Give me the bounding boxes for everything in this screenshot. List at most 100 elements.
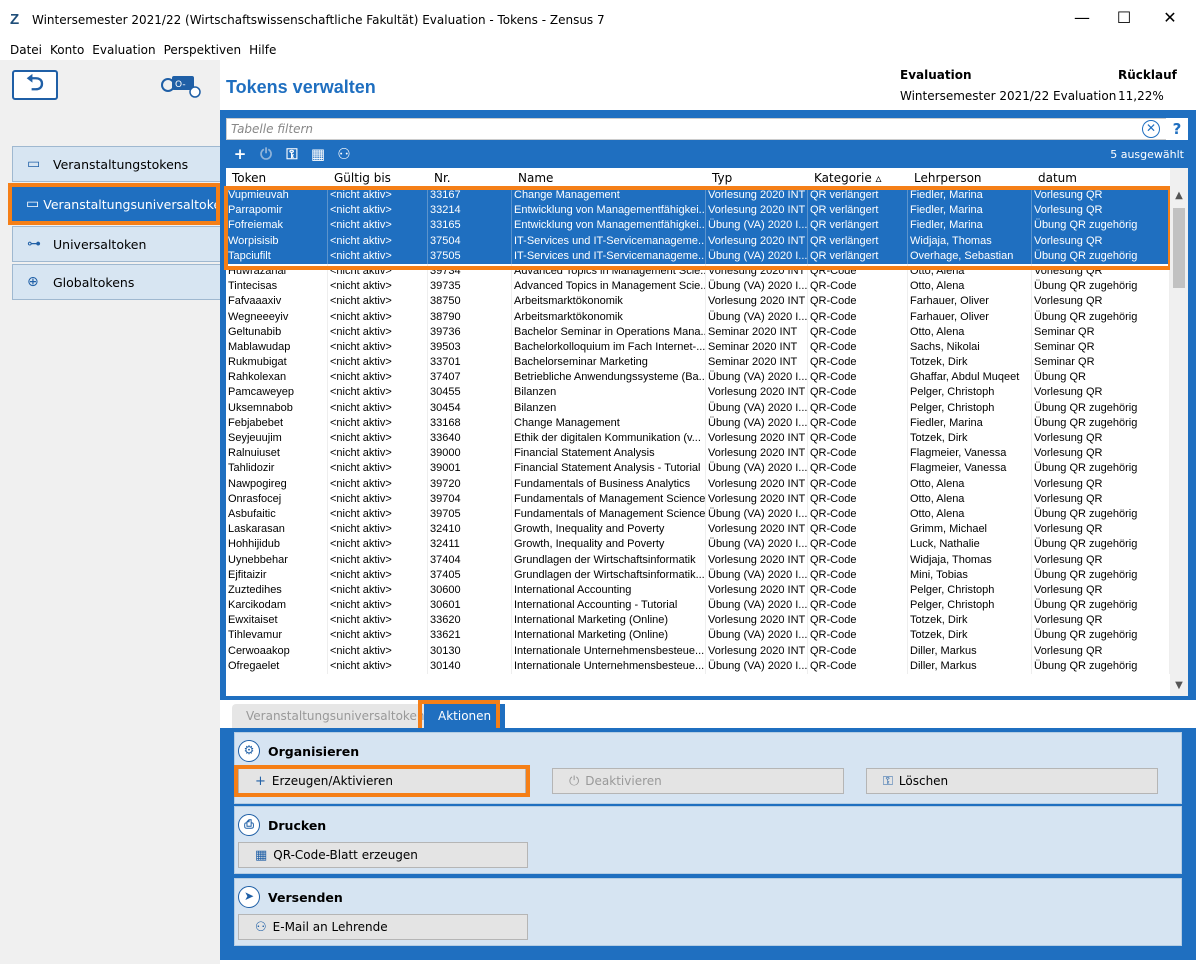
cell-kategorie: QR-Code [808, 355, 908, 371]
sidebar-item-veranstaltungstokens[interactable]: ▭ Veranstaltungstokens [12, 146, 220, 182]
sidebar-item-globaltokens[interactable]: ⊕ Globaltokens [12, 264, 220, 300]
title-bar: Z Wintersemester 2021/22 (Wirtschaftswis… [0, 0, 1200, 40]
menu-evaluation[interactable]: Evaluation [92, 43, 155, 57]
tab-veranstaltungsuniversaltokens[interactable]: Veranstaltungsuniversaltokens [232, 704, 445, 728]
menu-datei[interactable]: Datei [10, 43, 42, 57]
table-row[interactable]: Uksemnabob <nicht aktiv> 30454 Bilanzen Übun… [226, 400, 1170, 416]
organize-icon: ⚙ [238, 740, 260, 762]
col-nr[interactable]: Nr. [428, 168, 512, 187]
tab-aktionen[interactable]: Aktionen [424, 704, 506, 728]
cell-gueltig-bis: <nicht aktiv> [328, 643, 428, 659]
table-row[interactable]: Asbufaitic <nicht aktiv> 39705 Fundamentals… [226, 506, 1170, 523]
vertical-scrollbar[interactable]: ▲ ▼ [1170, 168, 1188, 696]
email-lehrende-button[interactable]: ⚇ E-Mail an Lehrende [238, 914, 528, 940]
back-button[interactable]: ⮌ [12, 70, 58, 100]
table-row[interactable]: Ofregaelet <nicht aktiv> 30140 Internationa… [226, 658, 1170, 674]
table-row[interactable]: Tintecisas <nicht aktiv> 39735 Advanced Top… [226, 279, 1170, 295]
cell-lehrperson: Grimm, Michael [908, 522, 1032, 538]
table-row[interactable]: Ralnuiuset <nicht aktiv> 39000 Financial St… [226, 446, 1170, 462]
table-row[interactable]: Karcikodam <nicht aktiv> 30601 Internationa… [226, 598, 1170, 614]
menu-perspektiven[interactable]: Perspektiven [164, 43, 241, 57]
loeschen-button[interactable]: ⚿ Löschen [866, 768, 1158, 794]
add-icon[interactable]: + [230, 144, 250, 164]
table-row[interactable]: Wegneeeyiv <nicht aktiv> 38790 Arbeitsmarkt… [226, 309, 1170, 325]
email-people-icon[interactable]: ⚇ [334, 144, 354, 164]
table-row[interactable]: Fafvaaaxiv <nicht aktiv> 38750 Arbeitsmarkt… [226, 294, 1170, 310]
table-row[interactable]: Fofreiemak <nicht aktiv> 33165 Entwicklung … [226, 218, 1170, 234]
cell-datum: Übung QR zugehörig [1032, 415, 1170, 431]
table-row[interactable]: Ewxitaiset <nicht aktiv> 33620 Internationa… [226, 613, 1170, 629]
cell-lehrperson: Fiedler, Marina [908, 188, 1032, 204]
maximize-button[interactable]: ☐ [1104, 8, 1144, 27]
col-lehrperson[interactable]: Lehrperson [908, 168, 1032, 187]
table-row[interactable]: Geltunabib <nicht aktiv> 39736 Bachelor Sem… [226, 324, 1170, 340]
table-row[interactable]: Tihlevamur <nicht aktiv> 33621 Internationa… [226, 628, 1170, 644]
table-row[interactable]: Febjabebet <nicht aktiv> 33168 Change Manag… [226, 415, 1170, 431]
cell-nr: 39704 [428, 491, 512, 507]
erzeugen-aktivieren-button[interactable]: + Erzeugen/Aktivieren [238, 768, 526, 794]
deaktivieren-button[interactable]: ⏻ Deaktivieren [552, 768, 844, 794]
menu-hilfe[interactable]: Hilfe [249, 43, 276, 57]
scroll-down-icon[interactable]: ▼ [1170, 680, 1188, 696]
table-row[interactable]: Laskarasan <nicht aktiv> 32410 Growth, Ineq… [226, 522, 1170, 538]
cell-name: International Accounting [512, 582, 706, 599]
table-row[interactable]: Hohhijidub <nicht aktiv> 32411 Growth, Ineq… [226, 537, 1170, 553]
qr-code-icon[interactable]: ▦ [308, 144, 328, 164]
table-row[interactable]: Onrasfocej <nicht aktiv> 39704 Fundamentals… [226, 491, 1170, 507]
table-row[interactable]: Ejfitaizir <nicht aktiv> 37405 Grundlagen d… [226, 567, 1170, 583]
ruecklauf-value: 11,22% [1118, 89, 1164, 103]
table-row[interactable]: Mablawudap <nicht aktiv> 39503 Bachelorkoll… [226, 339, 1170, 356]
col-gueltig-bis[interactable]: Gültig bis [328, 168, 428, 187]
table-row[interactable]: Tahlidozir <nicht aktiv> 39001 Financial St… [226, 461, 1170, 477]
table-row[interactable]: Pamcaweyep <nicht aktiv> 30455 Bilanzen Vorl… [226, 385, 1170, 401]
menu-konto[interactable]: Konto [50, 43, 84, 57]
sidebar-item-veranstaltungsuniversaltokens[interactable]: ▭ Veranstaltungsuniversaltokens [12, 186, 236, 222]
table-row[interactable]: Parrapomir <nicht aktiv> 33214 Entwicklung … [226, 203, 1170, 219]
close-button[interactable]: ✕ [1150, 8, 1190, 27]
table-filter-input[interactable]: Tabelle filtern [226, 118, 1170, 140]
table-row[interactable]: Tapciufilt <nicht aktiv> 37505 IT-Services … [226, 248, 1170, 264]
power-icon[interactable]: ⏻ [256, 144, 276, 164]
cell-name: Internationale Unternehmensbesteue... [512, 658, 706, 674]
minimize-button[interactable]: — [1062, 8, 1102, 27]
table-row[interactable]: Huwrazanal <nicht aktiv> 39734 Advanced Top… [226, 263, 1170, 280]
delete-key-icon: ⚿ [883, 773, 893, 789]
help-button[interactable]: ? [1166, 118, 1188, 140]
evaluation-value: Wintersemester 2021/22 Evaluation [900, 89, 1117, 103]
cell-typ: Übung (VA) 2020 I... [706, 400, 808, 416]
cell-nr: 39000 [428, 446, 512, 462]
cell-datum: Vorlesung QR [1032, 294, 1170, 310]
cell-typ: Übung (VA) 2020 I... [706, 370, 808, 386]
scroll-up-icon[interactable]: ▲ [1170, 190, 1188, 206]
table-row[interactable]: Zuztedihes <nicht aktiv> 30600 Internationa… [226, 582, 1170, 599]
qr-code-blatt-button[interactable]: ▦ QR-Code-Blatt erzeugen [238, 842, 528, 868]
delete-key-icon[interactable]: ⚿ [282, 144, 302, 164]
table-row[interactable]: Vupmieuvah <nicht aktiv> 33167 Change Manag… [226, 188, 1170, 204]
table-row[interactable]: Worpisisib <nicht aktiv> 37504 IT-Services … [226, 233, 1170, 249]
cell-gueltig-bis: <nicht aktiv> [328, 324, 428, 340]
cell-lehrperson: Widjaja, Thomas [908, 552, 1032, 568]
cell-kategorie: QR-Code [808, 385, 908, 401]
table-row[interactable]: Rukmubigat <nicht aktiv> 33701 Bachelorsemi… [226, 355, 1170, 371]
cell-nr: 30601 [428, 598, 512, 614]
col-token[interactable]: Token [226, 168, 328, 187]
cell-lehrperson: Otto, Alena [908, 263, 1032, 280]
table-row[interactable]: Cerwoaakop <nicht aktiv> 30130 Internationa… [226, 643, 1170, 659]
col-typ[interactable]: Typ [706, 168, 808, 187]
email-lehrende-label: E-Mail an Lehrende [272, 920, 388, 934]
col-datum[interactable]: datum [1032, 168, 1170, 187]
sidebar-item-universaltoken[interactable]: ⊶ Universaltoken [12, 226, 220, 262]
table-row[interactable]: Nawpogireg <nicht aktiv> 39720 Fundamentals… [226, 476, 1170, 492]
clear-filter-icon[interactable]: ✕ [1142, 120, 1160, 138]
table-row[interactable]: Seyjeuujim <nicht aktiv> 33640 Ethik der di… [226, 431, 1170, 447]
scroll-thumb[interactable] [1173, 208, 1185, 288]
deaktivieren-label: Deaktivieren [585, 774, 662, 788]
table-row[interactable]: Rahkolexan <nicht aktiv> 37407 Betriebliche… [226, 370, 1170, 386]
cell-nr: 39735 [428, 279, 512, 295]
col-name[interactable]: Name [512, 168, 706, 187]
key-token-icon: O- [160, 72, 202, 98]
global-key-icon: ⊕ [27, 274, 39, 290]
cell-datum: Übung QR zugehörig [1032, 218, 1170, 234]
col-kategorie[interactable]: Kategorie ▵ [808, 168, 908, 187]
table-row[interactable]: Uynebbehar <nicht aktiv> 37404 Grundlagen d… [226, 552, 1170, 568]
